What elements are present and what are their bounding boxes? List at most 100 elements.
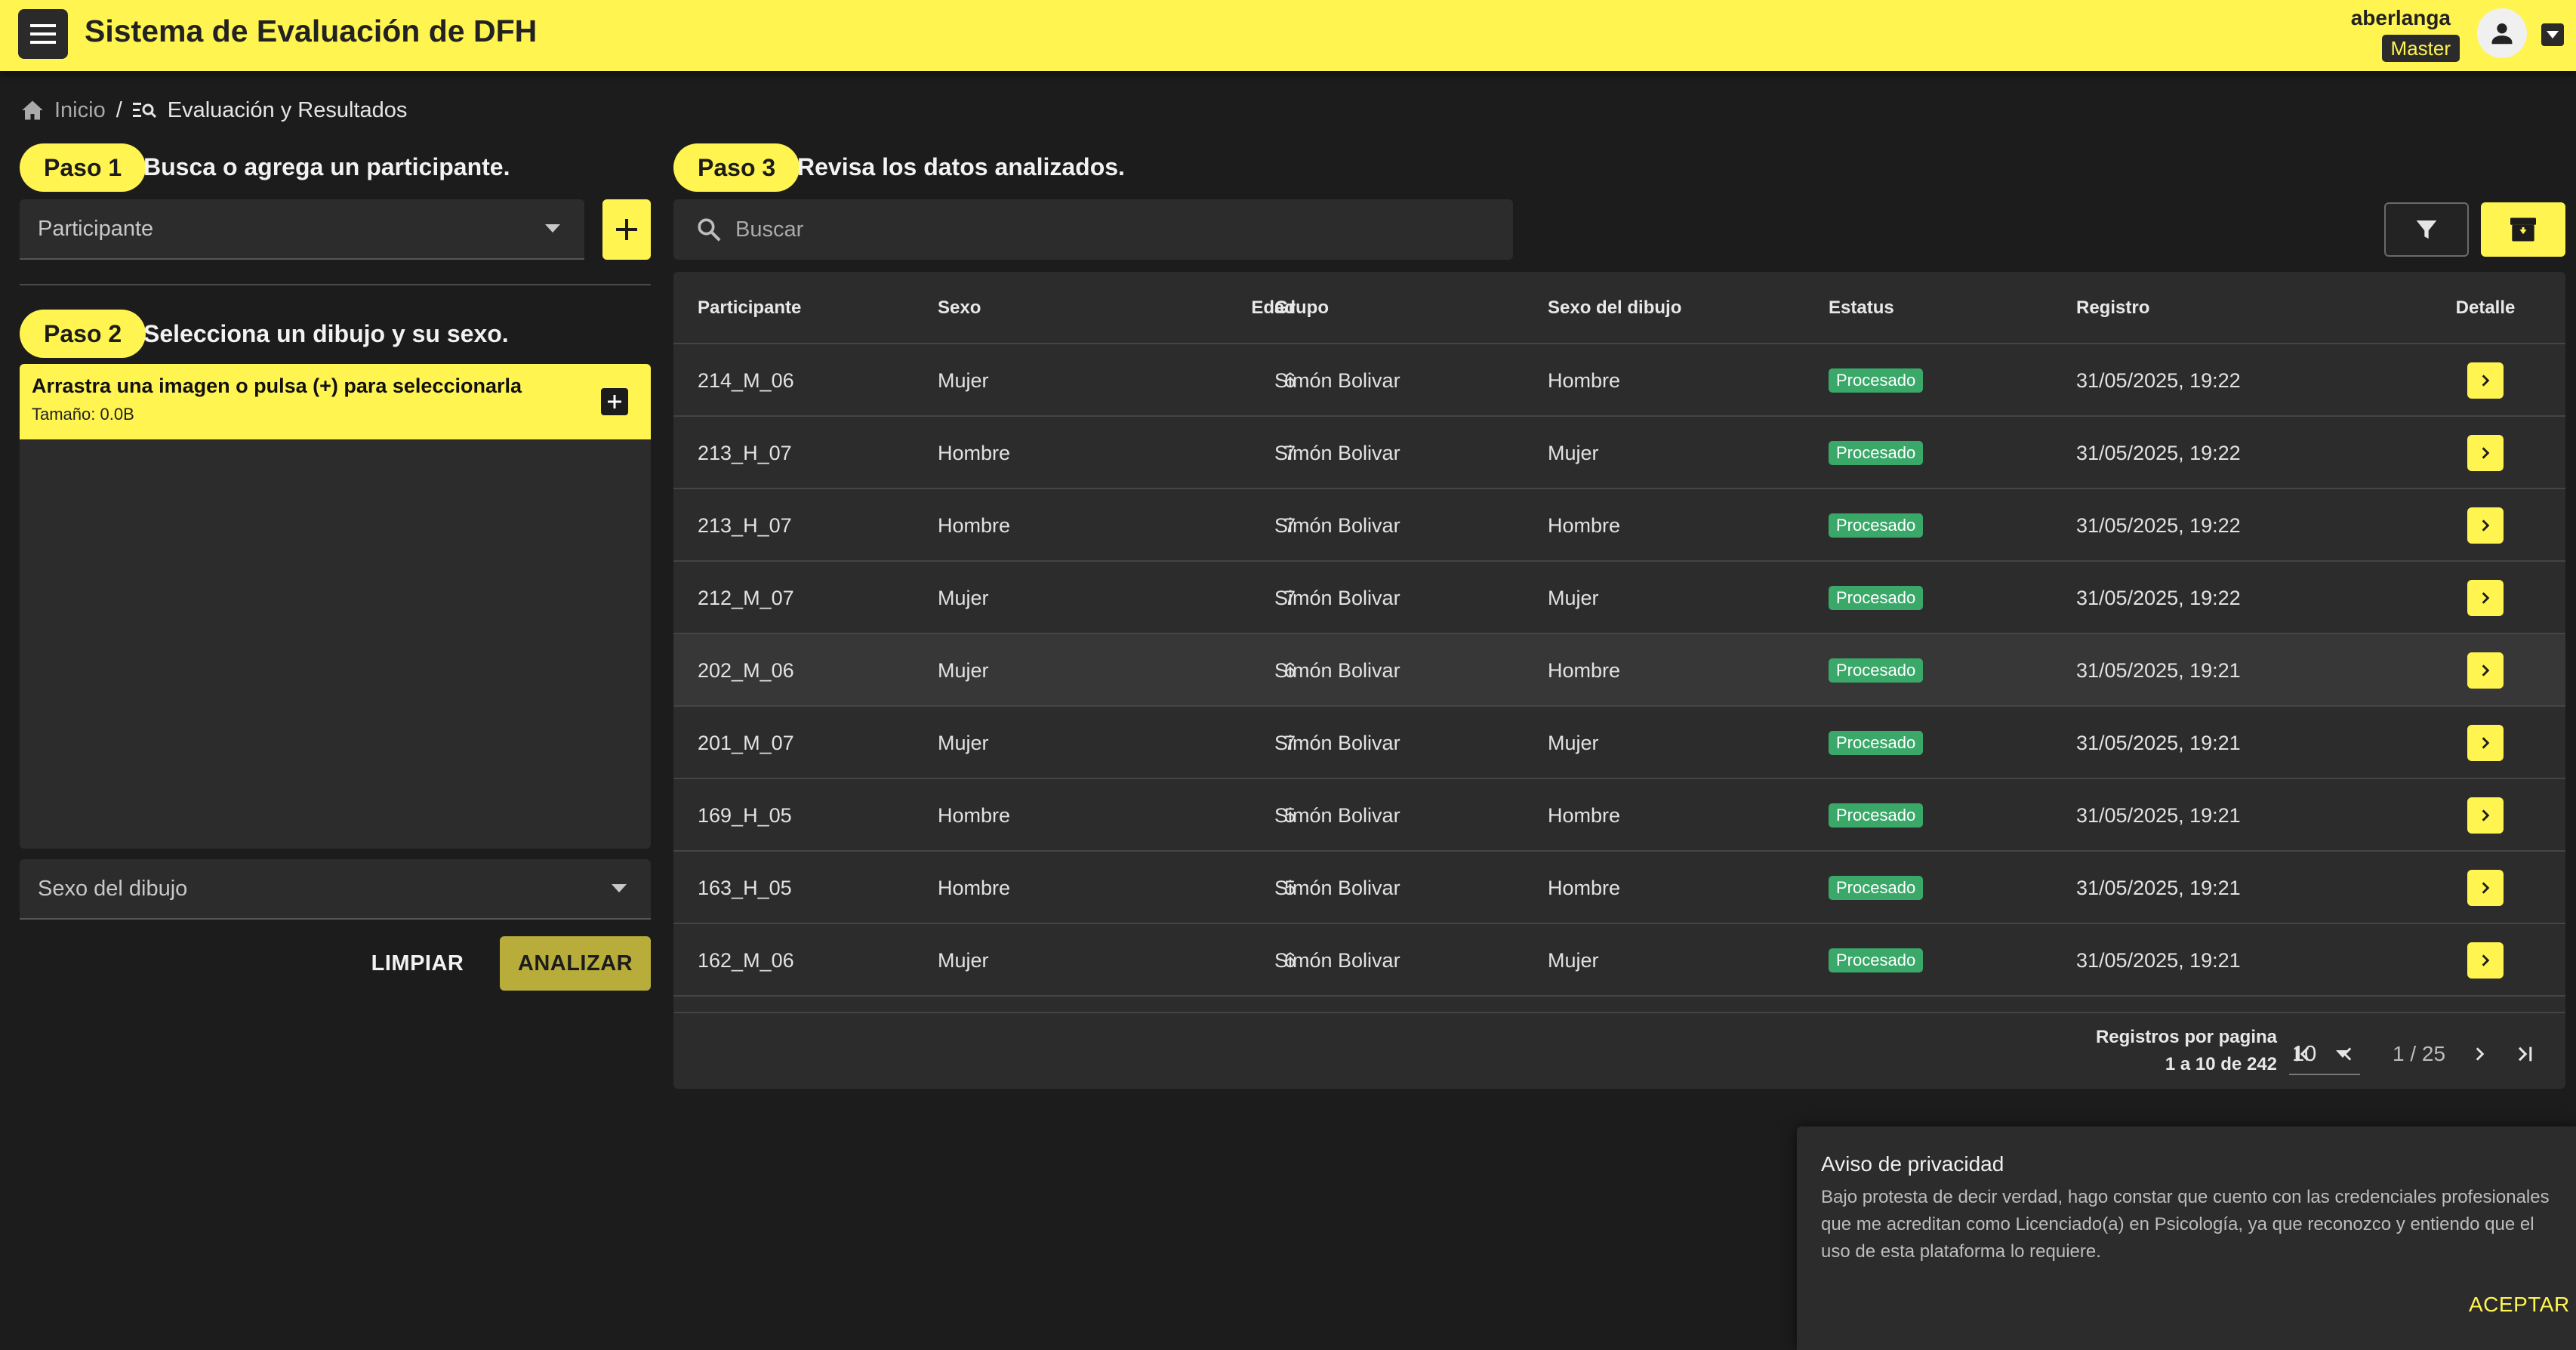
cell-participante: 212_M_07 [698, 587, 794, 609]
detail-button[interactable] [2467, 797, 2504, 834]
table-row[interactable]: 214_M_06 Mujer 6 Simón Bolivar Hombre 31/05/2… [673, 344, 2565, 417]
chevron-right-icon [2482, 882, 2490, 894]
step3-pill: Paso 3 [673, 143, 800, 192]
table-row[interactable]: 169_H_05 Hombre 5 Simón Bolivar Hombre 31/05/… [673, 779, 2565, 852]
plus-box-icon [608, 395, 621, 408]
cell-grupo: Simón Bolivar [1274, 804, 1400, 827]
cell-sexo: Hombre [938, 877, 1011, 899]
caret-down-icon [2547, 31, 2559, 39]
cell-sexo-dibujo: Mujer [1548, 732, 1599, 754]
cell-participante: 202_M_06 [698, 659, 794, 682]
detail-button[interactable] [2467, 725, 2504, 761]
status-badge: Procesado [1829, 948, 1924, 972]
cell-sexo-dibujo: Hombre [1548, 659, 1621, 682]
detail-button[interactable] [2467, 362, 2504, 399]
cell-grupo: Simón Bolivar [1274, 442, 1400, 464]
search-icon [698, 218, 721, 242]
cell-grupo: Simón Bolivar [1274, 732, 1400, 754]
cell-sexo: Mujer [938, 732, 989, 754]
cell-grupo: Simón Bolivar [1274, 514, 1400, 537]
detail-button[interactable] [2467, 435, 2504, 471]
upload-file-size: Tamaño: 0.0B [32, 405, 134, 424]
next-page-button[interactable] [2463, 1037, 2496, 1071]
page-indicator: 1 / 25 [2392, 1042, 2446, 1065]
cell-registro: 31/05/2025, 19:22 [2076, 442, 2241, 464]
image-dropzone[interactable]: Arrastra una imagen o pulsa (+) para sel… [20, 364, 651, 849]
drawing-sex-select[interactable]: Sexo del dibujo [20, 859, 651, 920]
table-row[interactable]: 213_H_07 Hombre 7 Simón Bolivar Hombre 31/05/… [673, 489, 2565, 562]
menu-button[interactable] [18, 9, 68, 59]
table-row[interactable]: 163_H_05 Hombre 5 Simón Bolivar Hombre 31/05/… [673, 852, 2565, 924]
cell-participante: 201_M_07 [698, 732, 794, 754]
cell-sexo-dibujo: Hombre [1548, 804, 1621, 827]
results-table: Participante Sexo Edad Grupo Sexo del di… [673, 272, 2565, 1089]
table-row[interactable]: 202_M_06 Mujer 6 Simón Bolivar Hombre 31/05/2… [673, 634, 2565, 707]
archive-icon [2510, 217, 2536, 242]
column-header-grupo[interactable]: Grupo [1274, 272, 1329, 344]
table-row[interactable]: 213_H_07 Hombre 7 Simón Bolivar Mujer 31/05/2… [673, 417, 2565, 489]
privacy-notice: Aviso de privacidad Bajo protesta de dec… [1797, 1127, 2576, 1350]
column-header-registro[interactable]: Registro [2076, 272, 2149, 344]
chevron-right-icon [2482, 664, 2490, 677]
step2-pill: Paso 2 [20, 310, 146, 358]
cell-grupo: Simón Bolivar [1274, 949, 1400, 972]
chevron-right-icon [2482, 954, 2490, 966]
accept-privacy-button[interactable]: ACEPTAR [2469, 1284, 2569, 1326]
status-badge: Procesado [1829, 513, 1924, 538]
table-row[interactable]: 162_M_06 Mujer 6 Simón Bolivar Mujer 31/05/20… [673, 924, 2565, 997]
analyze-button[interactable]: ANALIZAR [500, 936, 651, 991]
status-badge: Procesado [1829, 368, 1924, 393]
participant-select[interactable]: Participante [20, 199, 584, 260]
manage-search-icon [132, 103, 156, 119]
user-avatar[interactable] [2477, 8, 2527, 58]
step1-pill: Paso 1 [20, 143, 146, 192]
breadcrumb-separator: / [116, 97, 122, 122]
user-menu-button[interactable] [2541, 23, 2564, 46]
app-title: Sistema de Evaluación de DFH [85, 14, 538, 48]
cell-registro: 31/05/2025, 19:21 [2076, 949, 2241, 972]
cell-registro: 31/05/2025, 19:21 [2076, 804, 2241, 827]
cell-registro: 31/05/2025, 19:22 [2076, 587, 2241, 609]
archive-button[interactable] [2481, 202, 2565, 257]
cell-sexo-dibujo: Mujer [1548, 442, 1599, 464]
breadcrumb-home[interactable]: Inicio [54, 98, 106, 123]
column-header-participante[interactable]: Participante [698, 272, 801, 344]
breadcrumb: Inicio / Evaluación y Resultados [21, 97, 407, 124]
cell-participante: 163_H_05 [698, 877, 792, 899]
column-header-sexo-dibujo[interactable]: Sexo del dibujo [1548, 272, 1681, 344]
cell-registro: 31/05/2025, 19:22 [2076, 514, 2241, 537]
column-header-estatus[interactable]: Estatus [1829, 272, 1894, 344]
first-page-button[interactable] [2286, 1037, 2319, 1071]
cell-participante: 213_H_07 [698, 442, 792, 464]
cell-sexo-dibujo: Mujer [1548, 949, 1599, 972]
last-page-button[interactable] [2508, 1037, 2541, 1071]
cell-sexo: Mujer [938, 949, 989, 972]
add-participant-button[interactable] [602, 199, 651, 260]
clear-button[interactable]: LIMPIAR [353, 936, 482, 991]
status-badge: Procesado [1829, 876, 1924, 900]
cell-grupo: Simón Bolivar [1274, 877, 1400, 899]
cell-sexo: Hombre [938, 442, 1011, 464]
cell-grupo: Simón Bolivar [1274, 659, 1400, 682]
chevron-down-icon [612, 884, 627, 892]
cell-sexo-dibujo: Mujer [1548, 587, 1599, 609]
cell-sexo-dibujo: Hombre [1548, 514, 1621, 537]
upload-instructions: Arrastra una imagen o pulsa (+) para sel… [32, 374, 522, 397]
column-header-sexo[interactable]: Sexo [938, 272, 981, 344]
detail-button[interactable] [2467, 942, 2504, 979]
table-row[interactable]: 201_M_07 Mujer 7 Simón Bolivar Mujer 31/05/20… [673, 707, 2565, 779]
search-input[interactable]: Buscar [673, 199, 1513, 260]
cell-registro: 31/05/2025, 19:21 [2076, 732, 2241, 754]
detail-button[interactable] [2467, 580, 2504, 616]
table-row[interactable]: 212_M_07 Mujer 7 Simón Bolivar Mujer 31/05/20… [673, 562, 2565, 634]
rows-per-page-label: Registros por pagina [2095, 1027, 2277, 1047]
detail-button[interactable] [2467, 652, 2504, 689]
detail-button[interactable] [2467, 507, 2504, 544]
previous-page-button[interactable] [2331, 1037, 2365, 1071]
user-name: aberlanga [2350, 6, 2451, 29]
account-circle-icon [2491, 23, 2513, 45]
select-image-button[interactable] [601, 388, 628, 415]
filter-button[interactable] [2384, 202, 2469, 257]
cell-sexo: Mujer [938, 369, 989, 392]
detail-button[interactable] [2467, 870, 2504, 906]
